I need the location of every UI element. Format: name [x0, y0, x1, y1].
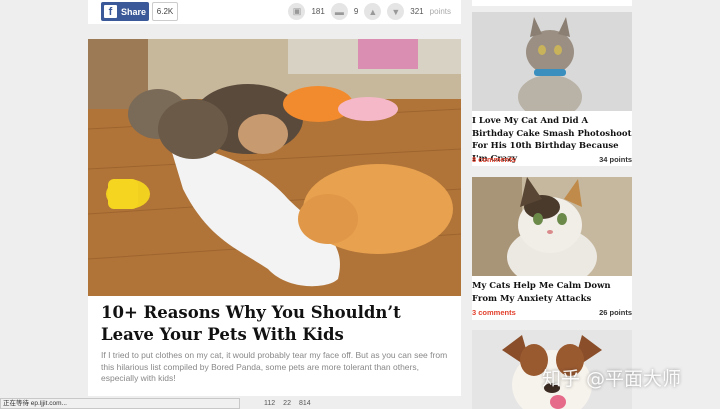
- sidebar-item-meta: 8 comments 34 points: [472, 155, 632, 164]
- article-summary: 10+ Reasons Why You Shouldn’t Leave Your…: [88, 296, 461, 396]
- birthday-cat-photo: [472, 12, 632, 111]
- comment-icon[interactable]: ▬: [330, 3, 348, 20]
- article-hero-image[interactable]: [88, 39, 461, 296]
- upvote-icon[interactable]: ▲: [364, 3, 382, 20]
- sidebar-item-meta: 3 comments 26 points: [472, 308, 632, 317]
- share-label: Share: [121, 6, 147, 17]
- sidebar-related-posts: I Love My Cat And Did A Birthday Cake Sm…: [472, 0, 632, 409]
- downvote-icon[interactable]: ▼: [387, 3, 405, 20]
- bottom-comments-count: 22: [283, 400, 291, 407]
- bottom-views-count: 112: [264, 400, 276, 407]
- sidebar-item-comments[interactable]: 8 comments: [472, 155, 516, 164]
- facebook-share-button[interactable]: f Share: [101, 2, 149, 21]
- sidebar-item-points: 26 points: [599, 308, 632, 317]
- sidebar-item-title[interactable]: My Cats Help Me Calm Down From My Anxiet…: [472, 280, 632, 305]
- sidebar-item-comments[interactable]: 3 comments: [472, 308, 516, 317]
- points-label: points: [429, 7, 451, 16]
- article-stats-bottom: 112 22 814: [264, 400, 311, 407]
- sidebar-item-image[interactable]: [472, 177, 632, 276]
- bottom-points-count: 814: [298, 400, 311, 407]
- sidebar-item-points: 34 points: [599, 155, 632, 164]
- views-count: 181: [311, 7, 325, 16]
- sidebar-item-image[interactable]: [472, 12, 632, 111]
- sidebar-item[interactable]: My Cats Help Me Calm Down From My Anxiet…: [472, 177, 632, 320]
- points-count: 321: [410, 7, 424, 16]
- facebook-icon: f: [104, 5, 117, 18]
- views-icon[interactable]: ▣: [288, 3, 306, 20]
- sidebar-top-strip: [472, 0, 632, 6]
- sidebar-item[interactable]: I Love My Cat And Did A Birthday Cake Sm…: [472, 12, 632, 166]
- comments-count: 9: [353, 7, 359, 16]
- post-stats: ▣ 181 ▬ 9 ▲ ▼ 321 points: [288, 2, 451, 21]
- main-article-column: f Share 6.2K ▣ 181 ▬ 9 ▲ ▼ 321 points 10…: [88, 0, 461, 409]
- calm-cat-photo: [472, 177, 632, 276]
- browser-status-bar: 正在等待 ep.ljjit.com...: [0, 398, 240, 409]
- zhihu-watermark: 知乎 @平面大师: [542, 368, 682, 390]
- article-description: If I tried to put clothes on my cat, it …: [101, 350, 448, 383]
- article-title[interactable]: 10+ Reasons Why You Shouldn’t Leave Your…: [101, 302, 451, 346]
- share-count: 6.2K: [152, 2, 178, 21]
- previous-post-footer: f Share 6.2K ▣ 181 ▬ 9 ▲ ▼ 321 points: [88, 0, 461, 24]
- kids-and-cats-photo: [88, 39, 461, 296]
